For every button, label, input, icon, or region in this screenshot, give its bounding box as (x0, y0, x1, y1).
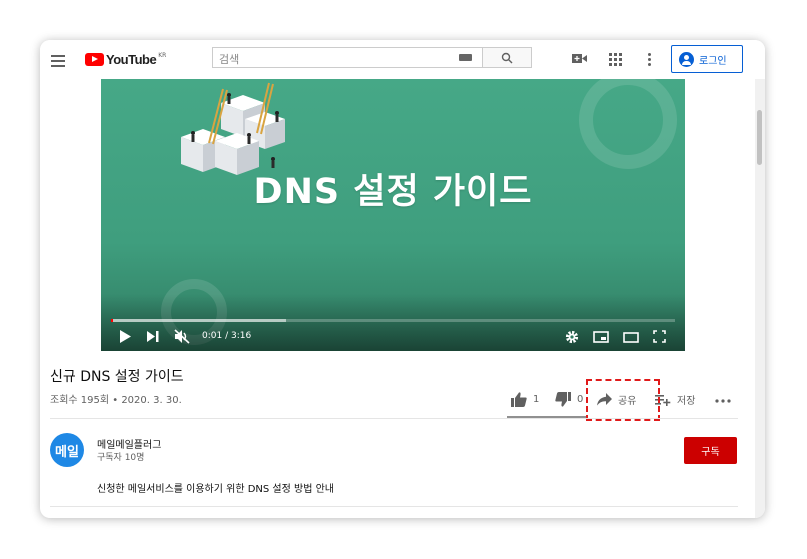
search-icon (501, 52, 513, 64)
save-button[interactable]: 저장 (655, 392, 695, 407)
time-display: 0:01 / 3:16 (202, 331, 252, 341)
keyboard-icon[interactable] (459, 54, 472, 61)
settings-more-icon[interactable] (648, 51, 651, 68)
video-player[interactable]: DNS 설정 가이드 0:01 / 3:16 (101, 79, 685, 351)
channel-name[interactable]: 메일메일플러그 (97, 436, 161, 451)
create-video-icon[interactable] (572, 53, 587, 64)
login-button[interactable]: 로그인 (671, 45, 743, 73)
thumbs-up-icon (511, 392, 527, 407)
masthead: YouTube KR 검색 로그인 (40, 40, 765, 79)
thumbs-down-icon (555, 392, 571, 407)
account-circle-icon (679, 51, 694, 67)
logo-text: YouTube (106, 52, 157, 67)
divider (50, 418, 738, 419)
miniplayer-icon[interactable] (593, 331, 609, 343)
subscriber-count: 구독자 10명 (97, 453, 145, 463)
share-highlight-box (586, 379, 660, 421)
play-icon[interactable] (119, 330, 131, 343)
hamburger-menu-icon[interactable] (51, 52, 65, 70)
login-label: 로그인 (699, 55, 727, 67)
dislike-count: 0 (577, 394, 584, 405)
search-button[interactable] (483, 47, 532, 68)
like-count: 1 (533, 394, 540, 405)
video-title: 신규 DNS 설정 가이드 (50, 369, 184, 385)
browser-window: YouTube KR 검색 로그인 DNS 설정 가이드 0:01 / 3:16… (40, 40, 765, 518)
divider (50, 506, 738, 507)
view-count-date: 조회수 195회 • 2020. 3. 30. (50, 395, 182, 406)
played-bar (111, 319, 113, 322)
dislike-button[interactable]: 0 (555, 392, 583, 407)
buffered-bar (111, 319, 286, 322)
fullscreen-icon[interactable] (653, 330, 666, 343)
channel-avatar[interactable]: 메일 (50, 433, 84, 467)
gear-icon[interactable] (565, 330, 579, 344)
subscribe-button[interactable]: 구독 (684, 437, 737, 464)
logo-region: KR (158, 52, 167, 59)
video-description: 신청한 메일서비스를 이용하기 위한 DNS 설정 방법 안내 (97, 484, 334, 495)
search-input[interactable]: 검색 (212, 47, 483, 68)
apps-grid-icon[interactable] (609, 53, 622, 66)
theater-mode-icon[interactable] (623, 332, 639, 343)
decorative-ring (579, 79, 677, 169)
next-icon[interactable] (147, 331, 159, 342)
youtube-logo[interactable]: YouTube KR (85, 52, 166, 67)
scrollbar-thumb[interactable] (757, 110, 762, 165)
more-actions-icon[interactable] (715, 399, 731, 403)
mute-icon[interactable] (174, 329, 190, 344)
like-button[interactable]: 1 (511, 392, 539, 407)
video-overlay-title: DNS 설정 가이드 (253, 172, 533, 212)
save-label: 저장 (677, 396, 696, 407)
youtube-play-icon (85, 53, 104, 66)
